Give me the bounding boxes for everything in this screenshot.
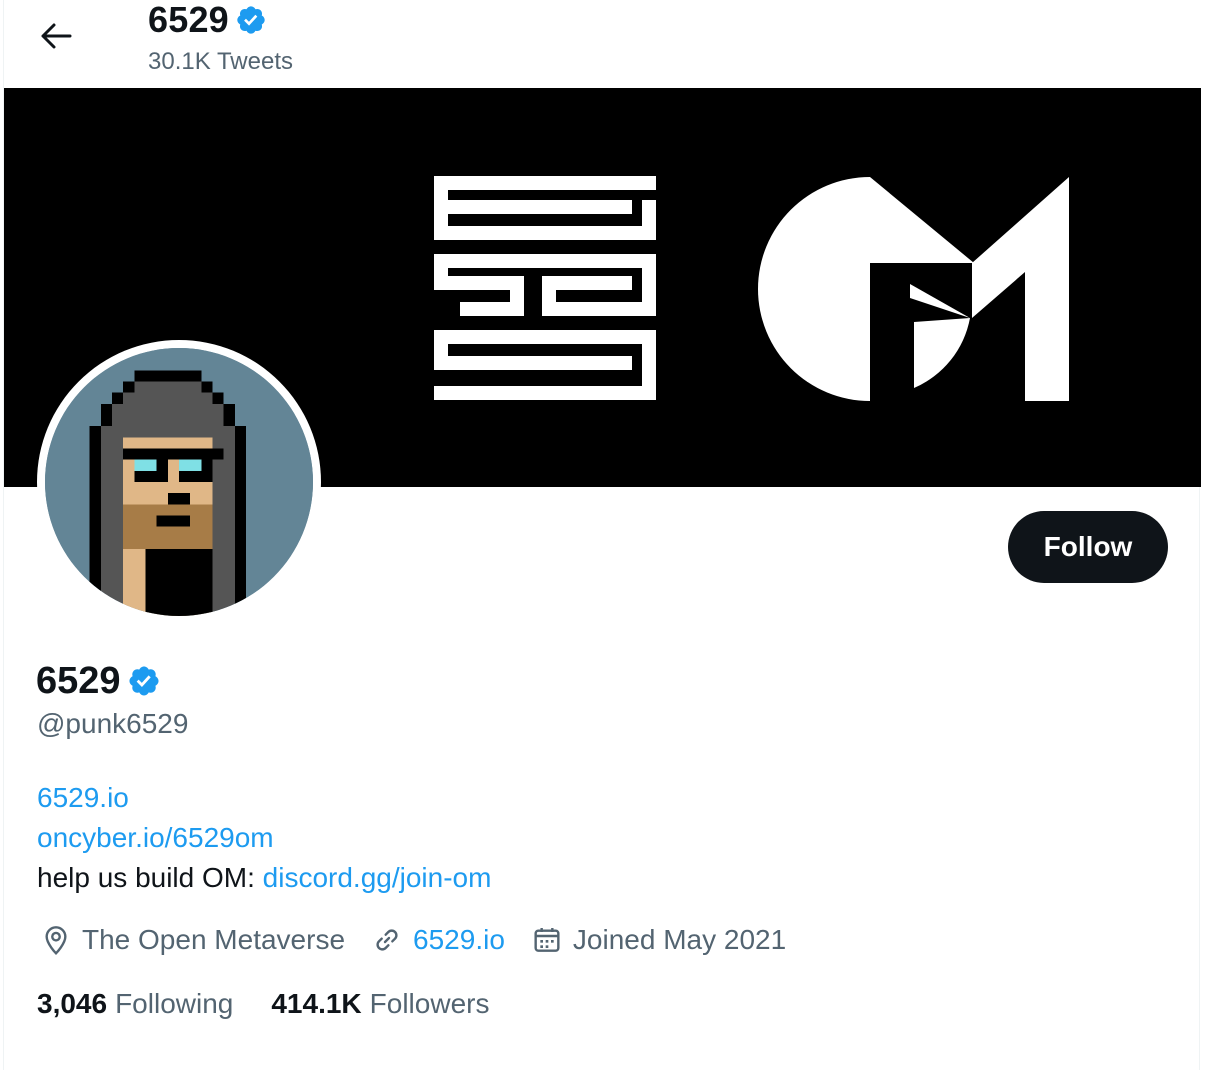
following-count: 3,046 (37, 988, 108, 1019)
bio-link-discord[interactable]: discord.gg/join-om (263, 862, 492, 893)
avatar-image (45, 348, 313, 616)
profile-bio: 6529.io oncyber.io/6529om help us build … (37, 778, 491, 898)
header-title-row: 6529 (148, 0, 267, 40)
joined-text: Joined May 2021 (572, 924, 787, 955)
followers-stat[interactable]: 414.1K Followers (271, 988, 489, 1020)
meta-joined: Joined May 2021 (531, 924, 786, 956)
website-link[interactable]: 6529.io (413, 924, 505, 956)
bio-link-oncyber[interactable]: oncyber.io/6529om (37, 822, 274, 853)
verified-badge-icon (129, 666, 159, 696)
calendar-icon (534, 928, 560, 952)
header-title: 6529 (148, 0, 229, 40)
avatar[interactable] (37, 340, 321, 624)
link-icon (376, 929, 398, 951)
banner-om-glyph (758, 177, 1069, 401)
profile-name: 6529 (36, 659, 121, 702)
pixel-punk-avatar (45, 348, 313, 616)
profile-handle: @punk6529 (37, 708, 189, 739)
profile-stats: 3,046 Following 414.1K Followers (37, 984, 527, 1024)
verified-badge-icon (237, 6, 265, 34)
profile-header-bar: 6529 30.1K Tweets (4, 0, 1201, 88)
tweet-count: 30.1K Tweets (148, 48, 293, 75)
meta-location: The Open Metaverse (40, 924, 345, 956)
bio-link-6529io[interactable]: 6529.io (37, 782, 129, 813)
following-label: Following (115, 988, 234, 1019)
follow-button[interactable]: Follow (1008, 511, 1168, 583)
followers-label: Followers (369, 988, 490, 1019)
followers-count: 414.1K (271, 988, 362, 1019)
location-text: The Open Metaverse (82, 924, 346, 955)
banner-6529-glyph (434, 176, 656, 400)
back-button[interactable] (32, 14, 80, 58)
bio-line-discord: help us build OM: discord.gg/join-om (37, 858, 491, 898)
location-pin-icon (45, 926, 67, 956)
arrow-left-icon (41, 23, 72, 49)
profile-name-row: 6529 (36, 658, 161, 704)
meta-website[interactable]: 6529.io (371, 924, 505, 956)
profile-meta: The Open Metaverse 6529.io Joined May 20… (40, 918, 812, 962)
profile-page: 6529 30.1K Tweets Follow 6529 @punk6529 … (3, 0, 1201, 1070)
bio-text: help us build OM: (37, 862, 263, 893)
following-stat[interactable]: 3,046 Following (37, 988, 233, 1020)
